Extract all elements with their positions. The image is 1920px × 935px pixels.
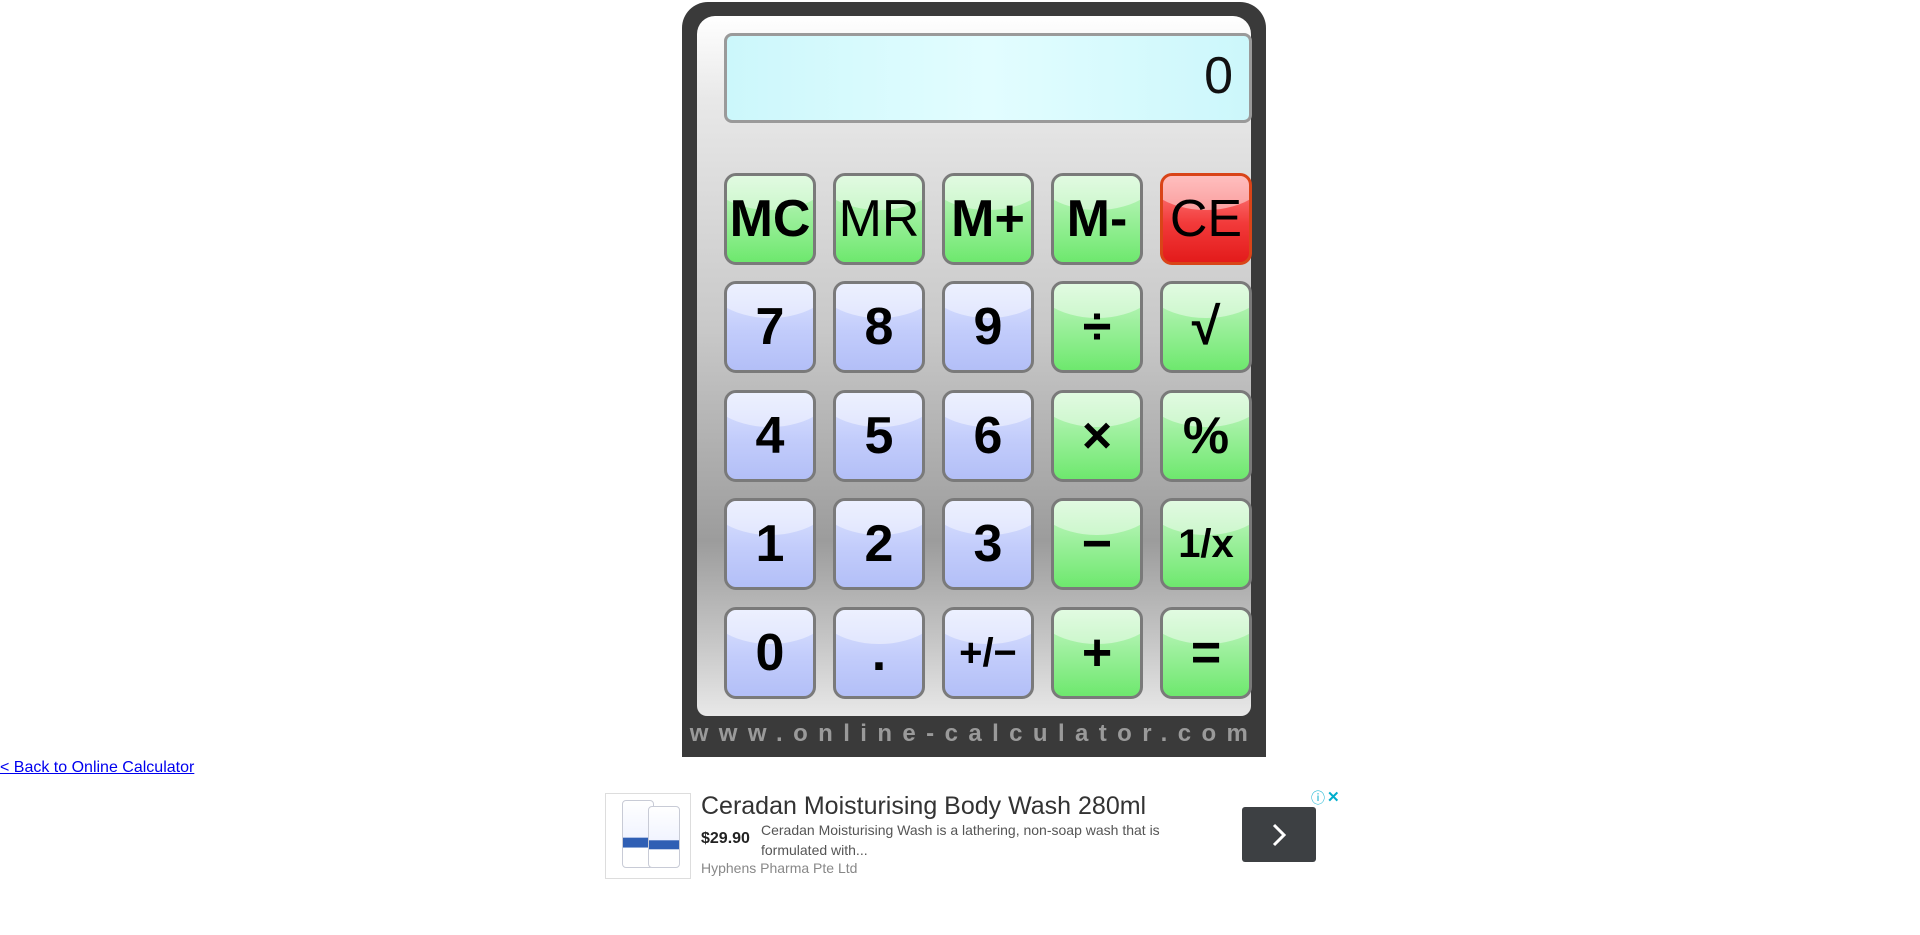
calculator-face: 0 MC MR M+ M- CE 7 8 9 ÷ √ 4 5 6 × % 1 2… <box>697 16 1252 716</box>
memory-recall-button[interactable]: MR <box>833 173 925 265</box>
negate-button[interactable]: +/− <box>942 607 1034 699</box>
ad-seller: Hyphens Pharma Pte Ltd <box>701 860 858 876</box>
digit-9-button[interactable]: 9 <box>942 281 1034 373</box>
calculator: 0 MC MR M+ M- CE 7 8 9 ÷ √ 4 5 6 × % 1 2… <box>682 2 1266 757</box>
digit-3-button[interactable]: 3 <box>942 498 1034 590</box>
multiply-button[interactable]: × <box>1051 390 1143 482</box>
display-value: 0 <box>1204 47 1233 105</box>
digit-8-button[interactable]: 8 <box>833 281 925 373</box>
digit-0-button[interactable]: 0 <box>724 607 816 699</box>
chevron-right-icon <box>1272 823 1287 846</box>
calculator-display: 0 <box>724 33 1252 123</box>
product-bottle <box>648 806 680 868</box>
digit-1-button[interactable]: 1 <box>724 498 816 590</box>
digit-6-button[interactable]: 6 <box>942 390 1034 482</box>
back-to-calculator-link[interactable]: < Back to Online Calculator <box>0 759 194 777</box>
divide-button[interactable]: ÷ <box>1051 281 1143 373</box>
ad-price: $29.90 <box>701 830 750 847</box>
equals-button[interactable]: = <box>1160 607 1252 699</box>
ad-banner[interactable]: Ceradan Moisturising Body Wash 280ml $29… <box>605 788 1345 890</box>
ad-title[interactable]: Ceradan Moisturising Body Wash 280ml <box>701 792 1146 821</box>
memory-subtract-button[interactable]: M- <box>1051 173 1143 265</box>
square-root-button[interactable]: √ <box>1160 281 1252 373</box>
close-icon[interactable]: ✕ <box>1327 788 1340 806</box>
digit-7-button[interactable]: 7 <box>724 281 816 373</box>
digit-4-button[interactable]: 4 <box>724 390 816 482</box>
brand-text: www.online-calculator.com <box>689 720 1259 747</box>
memory-add-button[interactable]: M+ <box>942 173 1034 265</box>
decimal-point-button[interactable]: . <box>833 607 925 699</box>
ad-cta-button[interactable] <box>1242 807 1316 862</box>
memory-clear-button[interactable]: MC <box>724 173 816 265</box>
subtract-button[interactable]: − <box>1051 498 1143 590</box>
digit-2-button[interactable]: 2 <box>833 498 925 590</box>
percent-button[interactable]: % <box>1160 390 1252 482</box>
ad-description: Ceradan Moisturising Wash is a lathering… <box>761 822 1160 858</box>
info-icon[interactable]: ⓘ <box>1311 788 1325 808</box>
clear-entry-button[interactable]: CE <box>1160 173 1252 265</box>
reciprocal-button[interactable]: 1/x <box>1160 498 1252 590</box>
digit-5-button[interactable]: 5 <box>833 390 925 482</box>
product-image[interactable] <box>605 793 691 879</box>
add-button[interactable]: + <box>1051 607 1143 699</box>
